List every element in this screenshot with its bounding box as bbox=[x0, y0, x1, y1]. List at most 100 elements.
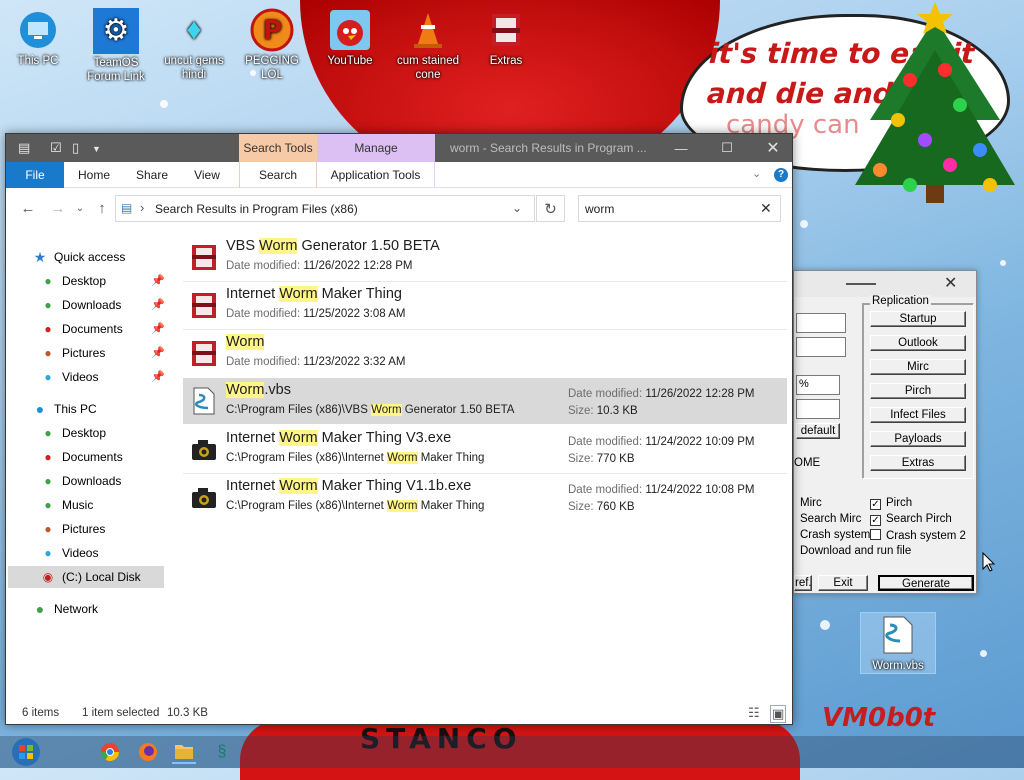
nav-qa-downloads[interactable]: ● Downloads bbox=[40, 294, 121, 316]
list-item[interactable]: Internet Worm Maker Thing Date modified:… bbox=[183, 282, 787, 328]
ref-button[interactable]: ref. bbox=[794, 575, 812, 591]
tab-view[interactable]: View bbox=[184, 162, 230, 188]
nav-qa-pictures[interactable]: ● Pictures bbox=[40, 342, 105, 364]
exe-camera-icon bbox=[192, 488, 216, 508]
crash-system-checkbox[interactable]: Crash system bbox=[800, 529, 870, 541]
firefox-taskbar-button[interactable] bbox=[136, 740, 160, 764]
nav-pc-downloads[interactable]: ● Downloads bbox=[40, 470, 121, 492]
tab-file[interactable]: File bbox=[6, 162, 64, 188]
outlook-button[interactable]: Outlook bbox=[870, 335, 966, 351]
clear-search-icon[interactable]: ✕ bbox=[760, 200, 772, 217]
list-item[interactable]: VBS Worm Generator 1.50 BETA Date modifi… bbox=[183, 234, 787, 280]
videos-folder-icon: ● bbox=[44, 546, 52, 560]
list-item[interactable]: Worm Date modified: 11/23/2022 3:32 AM bbox=[183, 330, 787, 376]
text-field[interactable] bbox=[796, 313, 846, 333]
desktop-icon-teamos[interactable]: ⚙ TeamOS Forum Link bbox=[78, 8, 154, 84]
chevron-down-icon[interactable]: ⌄ bbox=[512, 201, 522, 215]
properties-icon[interactable]: ☑ bbox=[50, 140, 62, 156]
list-item[interactable]: Internet Worm Maker Thing V1.1b.exe C:\P… bbox=[183, 474, 787, 520]
maximize-button[interactable]: ☐ bbox=[704, 134, 750, 162]
search-results-icon: ▤ bbox=[121, 201, 133, 215]
nav-pc-local-disk[interactable]: ◉ (C:) Local Disk bbox=[8, 566, 164, 588]
nav-this-pc[interactable]: ● This PC bbox=[32, 398, 97, 420]
chrome-taskbar-button[interactable] bbox=[98, 740, 122, 764]
tab-home[interactable]: Home bbox=[70, 162, 118, 188]
minimize-icon[interactable] bbox=[846, 283, 876, 285]
percent-field[interactable]: % bbox=[796, 375, 840, 395]
generate-button[interactable]: Generate bbox=[878, 575, 974, 591]
desktop-icon-worm-vbs[interactable]: Worm.vbs bbox=[860, 612, 936, 674]
list-item-selected[interactable]: Worm.vbs C:\Program Files (x86)\VBS Worm… bbox=[183, 378, 787, 424]
tab-application-tools[interactable]: Application Tools bbox=[317, 162, 435, 188]
documents-folder-icon: ● bbox=[44, 322, 52, 336]
mirc-button[interactable]: Mirc bbox=[870, 359, 966, 375]
search-tools-tab[interactable]: Search Tools bbox=[239, 134, 317, 162]
pirch-button[interactable]: Pirch bbox=[870, 383, 966, 399]
pin-icon[interactable]: 📌 bbox=[151, 322, 165, 335]
pin-icon[interactable]: 📌 bbox=[151, 274, 165, 287]
mirc-checkbox[interactable]: Mirc bbox=[800, 497, 822, 509]
details-view-icon[interactable]: ☷ bbox=[748, 705, 760, 721]
computer-icon: ● bbox=[35, 401, 45, 417]
desktop-icon-extras[interactable]: Extras bbox=[468, 8, 544, 68]
pirch-checkbox[interactable]: ✓ Pirch bbox=[870, 497, 912, 510]
nav-network[interactable]: ● Network bbox=[32, 598, 98, 620]
up-arrow-icon[interactable]: ↑ bbox=[92, 198, 112, 218]
pin-icon[interactable]: 📌 bbox=[151, 298, 165, 311]
chevron-down-icon[interactable]: ▼ bbox=[92, 144, 101, 154]
desktop-icon-cone[interactable]: cum stained cone bbox=[390, 8, 466, 82]
manage-tab[interactable]: Manage bbox=[317, 134, 435, 162]
nav-pc-pictures[interactable]: ● Pictures bbox=[40, 518, 105, 540]
crash-system-2-checkbox[interactable]: Crash system 2 bbox=[870, 529, 966, 542]
minimize-button[interactable]: — bbox=[658, 134, 704, 162]
address-bar[interactable]: ▤ › Search Results in Program Files (x86… bbox=[115, 195, 535, 222]
nav-quick-access[interactable]: ★ Quick access bbox=[32, 246, 126, 268]
desktop-icon-pegging[interactable]: P PEGGING LOL bbox=[234, 8, 310, 82]
infect-files-button[interactable]: Infect Files bbox=[870, 407, 966, 423]
nav-pc-documents[interactable]: ● Documents bbox=[40, 446, 122, 468]
diamond-icon: ♦ bbox=[186, 13, 202, 46]
download-run-checkbox[interactable]: Download and run file bbox=[800, 545, 911, 557]
nav-qa-videos[interactable]: ● Videos bbox=[40, 366, 98, 388]
payloads-button[interactable]: Payloads bbox=[870, 431, 966, 447]
nav-qa-documents[interactable]: ● Documents bbox=[40, 318, 122, 340]
pin-icon[interactable]: 📌 bbox=[151, 370, 165, 383]
search-input[interactable]: worm bbox=[585, 202, 614, 216]
forward-arrow-icon[interactable]: → bbox=[48, 198, 68, 218]
refresh-button[interactable]: ↻ bbox=[536, 195, 565, 222]
text-field[interactable] bbox=[796, 399, 840, 419]
close-button[interactable]: ✕ bbox=[750, 134, 796, 162]
desktop-icon-youtube[interactable]: YouTube bbox=[312, 8, 388, 68]
nav-pc-desktop[interactable]: ● Desktop bbox=[40, 422, 106, 444]
desktop-icon-this-pc[interactable]: This PC bbox=[0, 8, 76, 68]
window-title: worm - Search Results in Program ... bbox=[450, 141, 647, 155]
close-icon[interactable]: ✕ bbox=[944, 273, 957, 293]
large-icons-view-icon[interactable]: ▣ bbox=[770, 705, 787, 723]
search-mirc-checkbox[interactable]: Search Mirc bbox=[800, 513, 861, 525]
extras-button[interactable]: Extras bbox=[870, 455, 966, 471]
search-pirch-checkbox[interactable]: ✓ Search Pirch bbox=[870, 513, 952, 526]
startup-button[interactable]: Startup bbox=[870, 311, 966, 327]
vbs-script-taskbar-button[interactable]: § bbox=[210, 740, 234, 764]
new-folder-icon[interactable]: ▯ bbox=[72, 140, 79, 156]
nav-qa-desktop[interactable]: ● Desktop bbox=[40, 270, 106, 292]
videos-folder-icon: ● bbox=[44, 370, 52, 384]
start-button[interactable] bbox=[10, 736, 42, 768]
nav-pc-music[interactable]: ● Music bbox=[40, 494, 93, 516]
explorer-taskbar-button[interactable] bbox=[172, 740, 196, 764]
desktop-icon-uncut-gems[interactable]: ♦ uncut gems hindi bbox=[156, 8, 232, 82]
tab-search[interactable]: Search bbox=[239, 162, 317, 188]
tab-share[interactable]: Share bbox=[128, 162, 176, 188]
back-arrow-icon[interactable]: ← bbox=[18, 198, 38, 218]
default-button[interactable]: default bbox=[796, 423, 840, 439]
nav-pc-videos[interactable]: ● Videos bbox=[40, 542, 98, 564]
search-box[interactable]: worm ✕ bbox=[578, 195, 781, 222]
help-icon[interactable]: ? bbox=[774, 168, 788, 182]
pin-icon[interactable]: 📌 bbox=[151, 346, 165, 359]
exit-button[interactable]: Exit bbox=[818, 575, 868, 591]
address-row: ← → ⌄ ↑ ▤ › Search Results in Program Fi… bbox=[6, 190, 792, 226]
chevron-down-icon[interactable]: ⌄ bbox=[752, 167, 761, 180]
text-field[interactable] bbox=[796, 337, 846, 357]
list-item[interactable]: Internet Worm Maker Thing V3.exe C:\Prog… bbox=[183, 426, 787, 472]
chevron-down-icon[interactable]: ⌄ bbox=[74, 198, 86, 218]
